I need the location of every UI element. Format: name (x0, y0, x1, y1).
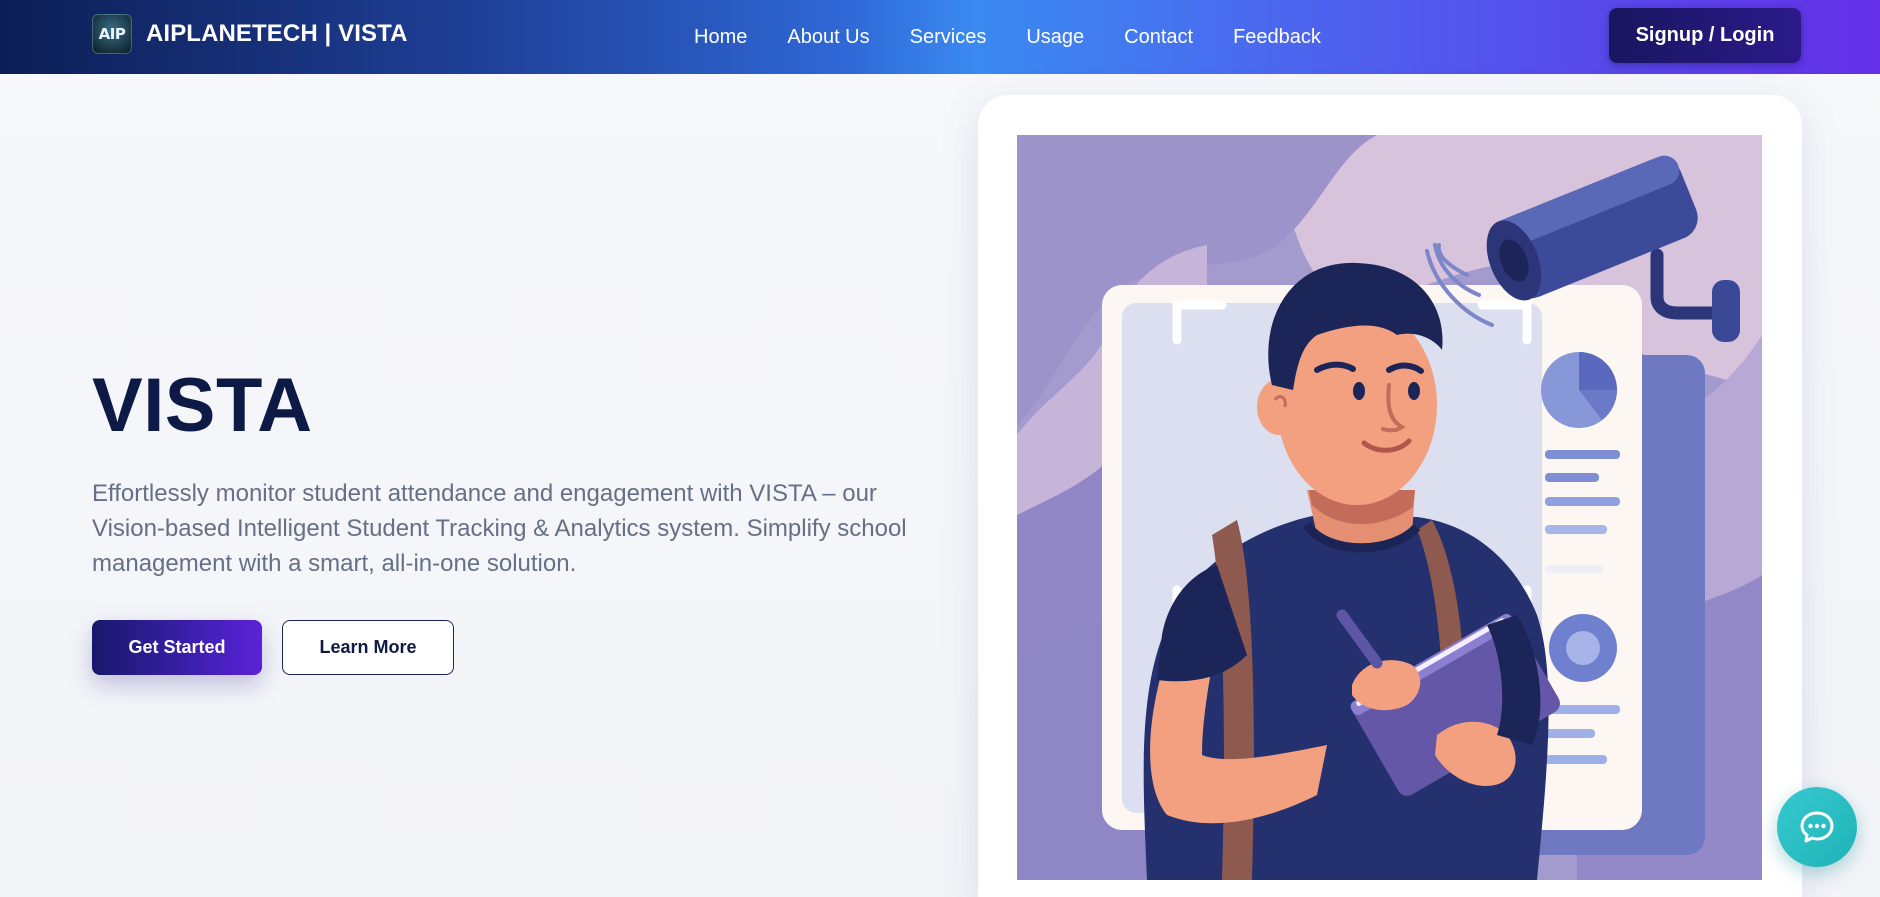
nav-link-usage[interactable]: Usage (1026, 26, 1084, 49)
signup-login-button[interactable]: Signup / Login (1609, 8, 1801, 63)
hero-illustration (1017, 135, 1762, 880)
chat-button[interactable] (1777, 787, 1857, 867)
brand-name: AIPLANETECH | VISTA (146, 20, 408, 47)
nav-link-about-us[interactable]: About Us (787, 26, 869, 49)
nav-link-contact[interactable]: Contact (1124, 26, 1193, 49)
nav-links: Home About Us Services Usage Contact Fee… (694, 0, 1321, 74)
learn-more-button[interactable]: Learn More (282, 620, 454, 675)
hero-title: VISTA (92, 363, 313, 448)
brand-logo: AIP (92, 14, 132, 54)
navbar: AIP AIPLANETECH | VISTA Home About Us Se… (0, 0, 1880, 74)
get-started-button[interactable]: Get Started (92, 620, 262, 675)
nav-link-feedback[interactable]: Feedback (1233, 26, 1321, 49)
chat-bubble-icon (1800, 811, 1834, 843)
hero-description: Effortlessly monitor student attendance … (92, 480, 907, 577)
nav-link-services[interactable]: Services (910, 26, 987, 49)
nav-link-home[interactable]: Home (694, 26, 747, 49)
brand[interactable]: AIP AIPLANETECH | VISTA (92, 14, 408, 54)
